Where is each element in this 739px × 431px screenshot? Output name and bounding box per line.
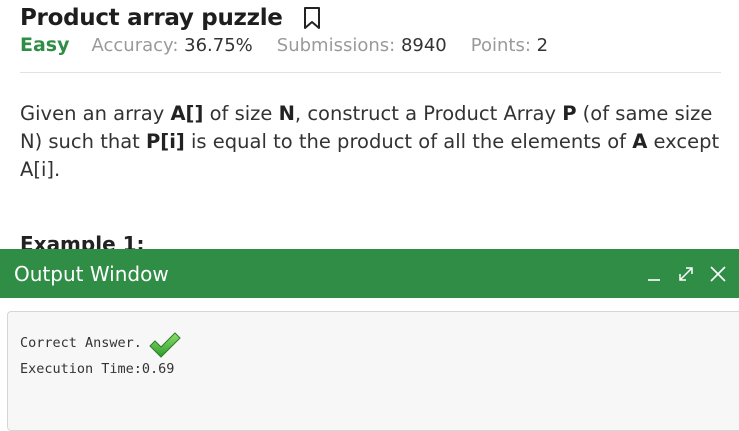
desc-text: is equal to the product of all the eleme… <box>184 130 633 153</box>
output-window: Output Window Correct Answer. Execution … <box>0 249 739 431</box>
problem-header: Product array puzzle Easy Accuracy: 36.7… <box>20 2 721 64</box>
output-panel: Correct Answer. Execution Time:0.69 <box>7 311 739 431</box>
header-divider <box>20 72 721 73</box>
problem-stats: Easy Accuracy: 36.75% Submissions: 8940 … <box>20 34 721 64</box>
desc-bold: P[i] <box>146 130 185 153</box>
window-controls <box>643 263 729 285</box>
output-window-titlebar[interactable]: Output Window <box>0 249 739 298</box>
submissions-label: Submissions: <box>276 35 401 56</box>
submissions-stat: Submissions: 8940 <box>277 35 447 56</box>
problem-title: Product array puzzle <box>20 5 283 31</box>
desc-bold: A[] <box>170 102 204 125</box>
submissions-value: 8940 <box>400 35 447 56</box>
points-stat: Points: 2 <box>471 35 548 56</box>
checkmark-icon <box>148 332 182 358</box>
desc-bold: P <box>562 102 577 125</box>
expand-icon[interactable] <box>675 263 697 285</box>
desc-text: , construct a Product Array <box>294 102 563 125</box>
correct-answer-text: Correct Answer. <box>20 335 142 351</box>
accuracy-stat: Accuracy: 36.75% <box>92 35 253 56</box>
execution-time-text: Execution Time:0.69 <box>20 361 175 377</box>
difficulty-badge: Easy <box>20 34 70 56</box>
title-row: Product array puzzle <box>20 2 721 34</box>
bookmark-icon[interactable] <box>301 6 323 30</box>
minimize-icon[interactable] <box>643 263 665 285</box>
points-value: 2 <box>536 35 549 56</box>
accuracy-label: Accuracy: <box>91 35 185 56</box>
output-window-title: Output Window <box>14 261 169 286</box>
desc-text: of size <box>203 102 279 125</box>
desc-bold: A <box>632 130 648 153</box>
points-label: Points: <box>470 35 537 56</box>
desc-text: Given an array <box>20 102 171 125</box>
close-icon[interactable] <box>707 263 729 285</box>
result-line: Correct Answer. <box>20 330 182 358</box>
problem-description: Given an array A[] of size N, construct … <box>20 100 720 184</box>
desc-bold: N <box>278 102 295 125</box>
accuracy-value: 36.75% <box>184 35 253 56</box>
